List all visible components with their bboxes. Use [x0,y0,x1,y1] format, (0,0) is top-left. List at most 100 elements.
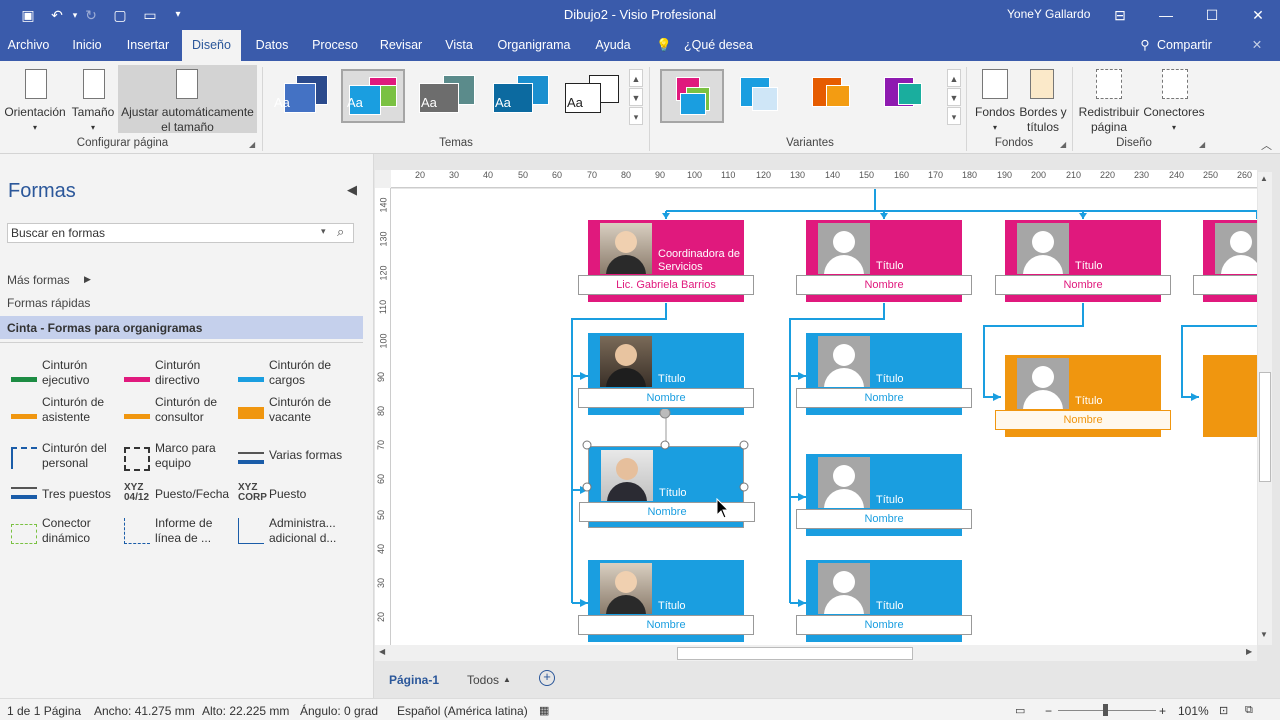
variant-blue[interactable] [734,69,798,123]
scroll-thumb[interactable] [677,647,913,660]
scroll-left-icon[interactable]: ◀ [379,647,385,656]
tab-archivo[interactable]: Archivo [0,30,57,61]
shape-item[interactable]: Cinturón directivo [121,358,236,394]
all-pages-tab[interactable]: Todos [467,673,499,687]
scroll-thumb[interactable] [1259,372,1271,482]
zoom-out-icon[interactable]: − [1045,704,1052,718]
org-card[interactable]: Título Nombre [796,220,972,302]
close-icon[interactable]: ✕ [1243,4,1273,26]
tab-revisar[interactable]: Revisar [377,30,425,61]
more-shapes-item[interactable]: Más formas [7,273,70,287]
variant-down-icon[interactable]: ▼ [947,88,961,106]
maximize-icon[interactable]: ☐ [1197,4,1227,26]
tab-page-1[interactable]: Página-1 [389,673,439,687]
backgrounds-button[interactable]: Fondos ▾ [972,65,1018,135]
fit-page-icon[interactable]: ⊡ [1219,704,1228,717]
selection-handles[interactable] [581,409,751,509]
share-button[interactable]: Compartir [1157,30,1217,61]
shape-item[interactable]: Cinturón de consultor [121,395,236,431]
vertical-ruler[interactable]: 140 130 120 110 100 90 80 70 60 50 40 30… [375,188,391,645]
ribbon-close-icon[interactable]: ✕ [1248,30,1266,61]
org-card[interactable]: Título Nombre [578,333,754,415]
tab-organigrama[interactable]: Organigrama [494,30,574,61]
horizontal-scrollbar[interactable]: ◀ ▶ [375,645,1257,661]
search-shapes-input[interactable]: Buscar en formas [7,223,354,243]
zoom-slider-thumb[interactable] [1103,704,1108,716]
gallery-up-icon[interactable]: ▲ [629,69,643,87]
gallery-down-icon[interactable]: ▼ [629,88,643,106]
switch-windows-icon[interactable]: ⧉ [1245,704,1253,717]
vertical-scrollbar[interactable]: ▲ ▼ [1258,172,1272,645]
org-card[interactable]: Coordinadora de Servicios Lic. Gabriela … [578,220,754,302]
shape-item[interactable]: Marco para equipo [121,441,236,477]
shape-item[interactable]: Cinturón ejecutivo [8,358,123,394]
org-card-assistant[interactable] [1203,355,1257,437]
collapse-ribbon-icon[interactable]: ︿ [1261,137,1272,153]
auto-size-button[interactable]: Ajustar automáticamente el tamaño [118,65,257,134]
shape-item[interactable]: Cinturón del personal [8,441,123,477]
add-page-icon[interactable]: + [539,670,555,686]
quick-shapes-item[interactable]: Formas rápidas [7,296,90,310]
tab-ayuda[interactable]: Ayuda [590,30,636,61]
language-status[interactable]: Español (América latina) [397,704,528,718]
horizontal-ruler[interactable]: 20 30 40 50 60 70 80 90 100 110 120 130 … [391,170,1257,188]
shape-item[interactable]: Cinturón de asistente [8,395,123,431]
gallery-more-icon[interactable]: ▾ [629,107,643,125]
shape-item[interactable]: Administra... adicional d... [235,516,350,552]
org-card[interactable]: Título Nombre [796,454,972,536]
scroll-down-icon[interactable]: ▼ [1260,630,1268,639]
variant-selected[interactable] [660,69,724,123]
tab-datos[interactable]: Datos [252,30,292,61]
variant-purple[interactable] [878,69,942,123]
search-dropdown-icon[interactable]: ▾ [321,226,326,237]
org-card[interactable]: Título Nombre [796,333,972,415]
variant-orange[interactable] [806,69,870,123]
shape-item[interactable]: Conector dinámico [8,516,123,552]
theme-outline[interactable]: Aa [563,69,627,123]
shape-item[interactable]: Informe de línea de ... [121,516,236,552]
org-card[interactable]: Título Nombre [995,220,1171,302]
tab-vista[interactable]: Vista [440,30,478,61]
dialog-launcher-icon[interactable]: ◢ [1199,140,1205,149]
dialog-launcher-icon[interactable]: ◢ [1060,140,1066,149]
borders-titles-button[interactable]: Bordes y títulos [1018,65,1068,135]
tab-insertar[interactable]: Insertar [121,30,175,61]
org-card-assistant[interactable]: Título Nombre [995,355,1171,437]
org-card[interactable] [1193,220,1257,302]
size-button[interactable]: Tamaño ▾ [70,65,116,135]
orientation-button[interactable]: Orientación ▾ [3,65,67,135]
scroll-up-icon[interactable]: ▲ [1260,174,1268,183]
shape-item[interactable]: Cinturón de cargos [235,358,350,394]
variant-more-icon[interactable]: ▾ [947,107,961,125]
collapse-panel-icon[interactable]: ◀ [347,182,357,198]
theme-selected[interactable]: Aa [341,69,405,123]
theme-gray[interactable]: Aa [417,69,481,123]
tab-inicio[interactable]: Inicio [62,30,112,61]
user-name[interactable]: YoneY Gallardo [1007,7,1090,21]
ribbon-display-icon[interactable]: ⊟ [1105,4,1135,26]
relayout-button[interactable]: Redistribuir página [1076,65,1142,135]
shape-item[interactable]: Varias formas [235,448,350,484]
zoom-in-icon[interactable]: + [1159,704,1166,718]
connectors-button[interactable]: Conectores ▾ [1142,65,1206,135]
tab-diseno[interactable]: Diseño [182,30,241,61]
search-icon[interactable]: ⌕ [337,224,344,240]
tab-proceso[interactable]: Proceso [308,30,362,61]
org-card[interactable]: Título Nombre [796,560,972,642]
share-person-icon[interactable]: ⚲ [1137,30,1153,61]
stencil-org-ribbon[interactable]: Cinta - Formas para organigramas [0,316,363,339]
lightbulb-icon[interactable]: 💡 [656,30,672,61]
theme-blue[interactable]: Aa [491,69,555,123]
shape-item[interactable]: Cinturón de vacante [235,395,350,431]
org-card[interactable]: Título Nombre [578,560,754,642]
tell-me-box[interactable]: ¿Qué desea hacer? [684,30,784,83]
dialog-launcher-icon[interactable]: ◢ [249,140,255,149]
variant-up-icon[interactable]: ▲ [947,69,961,87]
page-count[interactable]: 1 de 1 Página [7,704,81,718]
scroll-right-icon[interactable]: ▶ [1246,647,1252,656]
macro-icon[interactable]: ▦ [539,704,549,717]
minimize-icon[interactable]: — [1151,4,1181,26]
drawing-page[interactable]: Coordinadora de Servicios Lic. Gabriela … [391,189,1257,645]
theme-office[interactable]: Aa [270,69,334,123]
zoom-level[interactable]: 101% [1178,704,1209,718]
